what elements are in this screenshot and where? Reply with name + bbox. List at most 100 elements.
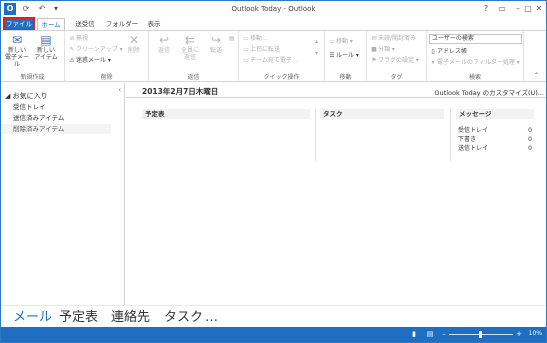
followup-label: フラグの設定 <box>378 57 415 64</box>
group-quick-steps-label: クイック操作 <box>263 74 300 81</box>
group-find-label: 検索 <box>468 74 481 81</box>
calendar-header[interactable]: 予定表 <box>142 109 310 119</box>
quick-step-team-label: チーム宛て電子... <box>250 57 298 64</box>
messages-header[interactable]: メッセージ <box>456 109 534 119</box>
nav-item-inbox[interactable]: 受信トレイ <box>13 102 46 112</box>
reply-all-label: 全員に 返信 <box>180 47 199 61</box>
categorize-icon: ■ <box>371 46 377 53</box>
reply-all-button[interactable]: ⇇ 全員に 返信 <box>177 33 203 69</box>
nav-item-sent[interactable]: 送信済みアイテム <box>13 113 64 123</box>
move-label: 移動 <box>336 38 349 45</box>
new-email-button[interactable]: ✉ 新しい 電子メール <box>4 33 30 69</box>
group-new: ✉ 新しい 電子メール ▤ 新しい アイテム 新規作成 <box>1 31 65 82</box>
folder-pane: ‹ ◢ お気に入り 受信トレイ 送信済みアイテム 削除済みアイテム <box>1 83 125 305</box>
followup-button[interactable]: ⚑フラグの設定 ▾ <box>370 56 419 65</box>
reply-all-icon: ⇇ <box>184 33 196 47</box>
reply-button[interactable]: ↩ 返信 <box>151 33 177 69</box>
more-respond-icon[interactable]: ▤ <box>229 34 235 43</box>
outlook-today-pane: 2013年2月7日木曜日 Outlook Today のカスタマイズ(U)...… <box>126 83 546 305</box>
unread-button[interactable]: ✉未読/開封済み <box>370 34 416 43</box>
tab-send-receive[interactable]: 送受信 <box>69 18 101 30</box>
message-row-drafts[interactable]: 下書き 0 <box>458 136 532 144</box>
address-book-icon: ▯ <box>431 48 435 55</box>
message-row-outbox[interactable]: 送信トレイ 0 <box>458 145 532 153</box>
rules-label: ルール <box>336 52 355 59</box>
favorites-label: お気に入り <box>12 92 48 100</box>
quick-step-move-icon: ▭ <box>243 35 249 42</box>
title-bar: O ⟳ ↶ ▾ Outlook Today - Outlook ? ▭ – □ … <box>1 1 546 18</box>
flag-icon: ⚑ <box>371 57 377 64</box>
nav-more[interactable]: … <box>205 310 218 326</box>
nav-calendar[interactable]: 予定表 <box>59 310 98 326</box>
message-row-inbox[interactable]: 受信トレイ 0 <box>458 127 532 135</box>
delete-button[interactable]: ✕ 削除 <box>121 33 147 69</box>
new-item-icon: ▤ <box>40 33 52 47</box>
address-book-button[interactable]: ▯ アドレス帳 <box>429 47 467 56</box>
filter-email-button[interactable]: ▾ 電子メールのフィルター処理 ▾ <box>429 58 519 67</box>
group-tags-label: タグ <box>390 74 403 81</box>
expand-triangle-icon: ◢ <box>5 92 11 100</box>
rules-button[interactable]: ☰ルール ▾ <box>328 51 359 60</box>
reading-view-icon[interactable]: ▤ <box>425 329 435 339</box>
tab-file[interactable]: ファイル <box>3 17 35 31</box>
group-delete: ⊘無視 ✎クリーンアップ ▾ ⚠迷惑メール ▾ ✕ 削除 削除 <box>65 31 149 82</box>
quick-steps-scroll-icon[interactable]: ▴ <box>315 37 318 46</box>
new-item-button[interactable]: ▤ 新しい アイテム <box>33 33 59 69</box>
customize-outlook-today-link[interactable]: Outlook Today のカスタマイズ(U)... <box>434 87 544 97</box>
ignore-button[interactable]: ⊘無視 <box>68 34 88 43</box>
unread-label: 未読/開封済み <box>378 35 417 42</box>
help-icon[interactable]: ? <box>479 3 493 15</box>
move-button[interactable]: ▭移動 ▾ <box>328 37 353 46</box>
delete-label: 削除 <box>127 47 140 54</box>
cleanup-label: クリーンアップ <box>76 46 118 53</box>
favorites-header[interactable]: ◢ お気に入り <box>5 91 48 101</box>
zoom-out-icon[interactable]: – <box>439 329 449 339</box>
group-move: ▭移動 ▾ ☰ルール ▾ 移動 <box>325 31 367 82</box>
group-respond-label: 返信 <box>187 74 200 81</box>
nav-item-deleted[interactable]: 削除済みアイテム <box>1 124 111 134</box>
filter-icon: ▾ <box>431 59 435 66</box>
quick-step-manager-button[interactable]: ▭上司に転送 <box>242 45 280 54</box>
quick-step-move-button[interactable]: ▭移動... <box>242 34 268 43</box>
forward-icon: ↪ <box>210 33 222 47</box>
nav-mail[interactable]: メール <box>13 310 52 326</box>
move-icon: ▭ <box>329 38 335 45</box>
zoom-level[interactable]: 10% <box>529 330 542 337</box>
close-icon[interactable]: ✕ <box>532 3 546 15</box>
group-tags: ✉未読/開封済み ■分類 ▾ ⚑フラグの設定 ▾ タグ <box>367 31 427 82</box>
ribbon-tabs: ファイル ホーム 送受信 フォルダー 表示 <box>1 17 546 31</box>
quick-step-move-label: 移動... <box>250 35 268 42</box>
nav-tasks[interactable]: タスク <box>164 310 203 326</box>
tab-view[interactable]: 表示 <box>143 18 165 30</box>
minimize-folder-pane-icon[interactable]: ‹ <box>118 86 121 94</box>
navigation-bar: メール 予定表 連絡先 タスク … <box>1 305 546 327</box>
delete-icon: ✕ <box>128 33 140 47</box>
new-email-label: 新しい 電子メール <box>4 47 29 68</box>
search-people-input[interactable]: ユーザーの検索 <box>429 34 522 44</box>
junk-button[interactable]: ⚠迷惑メール ▾ <box>68 56 111 65</box>
unread-icon: ✉ <box>371 35 377 42</box>
window-title: Outlook Today - Outlook <box>231 5 316 13</box>
nav-people[interactable]: 連絡先 <box>111 310 150 326</box>
zoom-slider[interactable] <box>449 331 513 338</box>
cleanup-button[interactable]: ✎クリーンアップ ▾ <box>68 45 122 54</box>
column-separator <box>315 109 316 161</box>
zoom-slider-thumb[interactable] <box>479 331 482 338</box>
tab-folder[interactable]: フォルダー <box>105 18 139 30</box>
forward-label: 転送 <box>209 47 222 54</box>
tasks-header[interactable]: タスク <box>320 109 444 119</box>
quick-steps-more-icon[interactable]: ▾ <box>315 49 318 58</box>
message-row-label: 送信トレイ <box>458 145 489 152</box>
new-item-label: 新しい アイテム <box>34 47 58 61</box>
forward-button[interactable]: ↪ 転送 <box>203 33 229 69</box>
junk-label: 迷惑メール <box>76 57 107 64</box>
normal-view-icon[interactable]: ▮ <box>409 329 419 339</box>
filter-email-label: 電子メールのフィルター処理 <box>437 59 515 66</box>
categorize-button[interactable]: ■分類 ▾ <box>370 45 395 54</box>
collapse-ribbon-icon[interactable]: ⌃ <box>534 71 539 80</box>
column-separator <box>450 109 451 161</box>
tab-home[interactable]: ホーム <box>37 18 65 30</box>
quick-step-team-button[interactable]: ▭チーム宛て電子... <box>242 56 298 65</box>
restore-ribbon-icon[interactable]: ▭ <box>495 3 509 15</box>
zoom-in-icon[interactable]: + <box>514 329 524 339</box>
